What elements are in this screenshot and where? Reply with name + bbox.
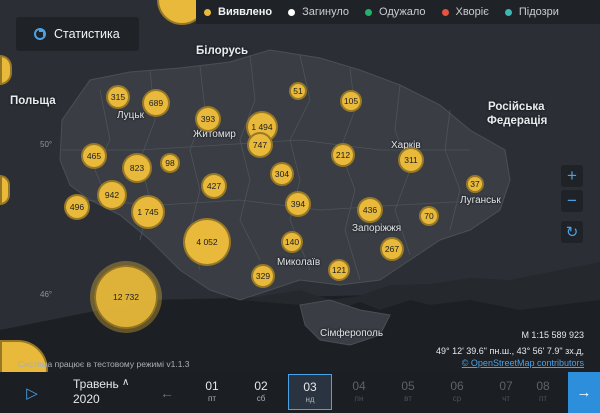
day-cell[interactable]: 02 сб	[239, 374, 283, 410]
day-weekday: вт	[404, 394, 412, 403]
day-cell[interactable]: 04 пн	[337, 374, 381, 410]
day-cell[interactable]: 01 пт	[190, 374, 234, 410]
legend-label: Підозри	[518, 6, 559, 18]
label-luhansk: Луганськ	[460, 195, 501, 206]
legend-item-sick[interactable]: Хворіє	[434, 0, 497, 24]
region-bubble[interactable]: 823	[122, 153, 152, 183]
chart-pie-icon	[34, 28, 46, 40]
region-bubble[interactable]: 496	[64, 194, 90, 220]
legend-dot-icon	[441, 8, 449, 16]
day-weekday: чт	[502, 394, 510, 403]
legend-bar: Виявлено Загинуло Одужало Хворіє Підозри	[196, 0, 600, 24]
zoom-out-button[interactable]: −	[561, 190, 583, 212]
legend-label: Одужало	[379, 6, 426, 18]
region-bubble[interactable]: 212	[331, 143, 355, 167]
region-bubble[interactable]: 98	[160, 153, 180, 173]
latitude-46-label: 46°	[40, 290, 53, 299]
day-number: 03	[303, 380, 317, 394]
region-bubble[interactable]: 267	[380, 237, 404, 261]
day-number: 05	[401, 379, 415, 393]
label-poland: Польща	[10, 95, 56, 107]
play-button[interactable]: ▷	[17, 372, 47, 413]
region-bubble[interactable]: 304	[270, 162, 294, 186]
day-cell-selected[interactable]: 03 нд	[288, 374, 332, 410]
region-bubble[interactable]: 394	[285, 191, 311, 217]
legend-label: Хворіє	[455, 6, 489, 18]
region-bubble[interactable]: 70	[419, 206, 439, 226]
day-number: 04	[352, 379, 366, 393]
day-number: 01	[205, 379, 219, 393]
reset-view-button[interactable]: ↻	[561, 221, 583, 243]
day-weekday: пт	[208, 394, 216, 403]
label-russia-line1: Російська	[488, 101, 545, 113]
label-zhytomyr: Житомир	[193, 129, 236, 140]
statistics-button[interactable]: Статистика	[16, 17, 139, 51]
label-russia-line2: Федерація	[487, 115, 548, 127]
region-bubble[interactable]: 140	[281, 231, 303, 253]
day-cell[interactable]: 07 чт	[484, 374, 528, 410]
day-number: 02	[254, 379, 268, 393]
day-weekday: ср	[452, 394, 462, 403]
label-zaporizhzhia: Запоріжжя	[352, 223, 402, 234]
region-bubble[interactable]: 436	[357, 197, 383, 223]
legend-dot-icon	[365, 8, 372, 16]
legend-item-suspected[interactable]: Підозри	[497, 0, 567, 24]
day-number: 06	[450, 379, 464, 393]
latitude-50-label: 50°	[40, 140, 53, 149]
arrow-right-icon: →	[576, 384, 592, 401]
region-bubble[interactable]: 311	[398, 147, 424, 173]
cursor-coordinates: 49° 12' 39.6" пн.ш., 43° 56' 7.9" зх.д,	[435, 346, 584, 356]
month-label: Травень	[73, 377, 119, 391]
day-number: 08	[536, 379, 550, 393]
region-bubble[interactable]: 4 052	[183, 218, 231, 266]
osm-attribution-link[interactable]: © OpenStreetMap contributors	[462, 358, 584, 368]
day-number: 07	[499, 379, 513, 393]
region-bubble[interactable]: 121	[328, 259, 350, 281]
legend-label: Виявлено	[218, 6, 273, 18]
year-label: 2020	[73, 392, 100, 406]
region-bubble[interactable]: 465	[81, 143, 107, 169]
legend-dot-icon	[204, 8, 211, 16]
statistics-button-label: Статистика	[54, 27, 120, 41]
day-weekday: нд	[305, 395, 315, 404]
region-bubble[interactable]: 942	[97, 180, 127, 210]
region-bubble[interactable]: 105	[340, 90, 362, 112]
region-bubble[interactable]: 51	[289, 82, 307, 100]
day-weekday: пн	[354, 394, 364, 403]
label-simferopol: Сімферополь	[320, 328, 384, 339]
zoom-in-button[interactable]: +	[561, 165, 583, 187]
day-cell[interactable]: 05 вт	[386, 374, 430, 410]
day-cell[interactable]: 08 пт	[533, 374, 553, 410]
region-bubble[interactable]: 12 732	[94, 265, 158, 329]
region-bubble[interactable]: 329	[251, 264, 275, 288]
day-weekday: пт	[539, 394, 547, 403]
legend-item-detected[interactable]: Виявлено	[196, 0, 280, 24]
legend-label: Загинуло	[302, 6, 349, 18]
region-bubble[interactable]: 315	[106, 85, 130, 109]
day-weekday: сб	[256, 394, 266, 403]
day-cell[interactable]: 06 ср	[435, 374, 479, 410]
test-mode-notice: Система працює в тестовому режимі v1.1.3	[18, 359, 190, 369]
region-bubble[interactable]: 393	[195, 106, 221, 132]
region-bubble[interactable]: 1 745	[131, 195, 165, 229]
legend-item-deaths[interactable]: Загинуло	[280, 0, 357, 24]
map-scale: M 1:15 589 923	[521, 330, 584, 340]
arrow-left-icon: ←	[160, 384, 174, 401]
region-bubble[interactable]: 37	[466, 175, 484, 193]
region-bubble[interactable]: 747	[247, 132, 273, 158]
play-icon: ▷	[26, 384, 38, 402]
chevron-up-icon[interactable]: ∧	[122, 377, 129, 388]
previous-day-button[interactable]: ←	[152, 372, 182, 413]
legend-dot-icon	[288, 8, 296, 16]
next-day-button[interactable]: →	[568, 372, 600, 413]
label-lutsk: Луцьк	[117, 110, 144, 121]
label-belarus: Білорусь	[196, 45, 249, 57]
region-bubble[interactable]: 689	[142, 89, 170, 117]
legend-item-recovered[interactable]: Одужало	[357, 0, 434, 24]
label-mykolaiv: Миколаїв	[277, 257, 321, 268]
region-bubble[interactable]: 427	[201, 173, 227, 199]
month-selector[interactable]: Травень 2020	[73, 377, 119, 407]
legend-dot-icon	[504, 8, 512, 16]
